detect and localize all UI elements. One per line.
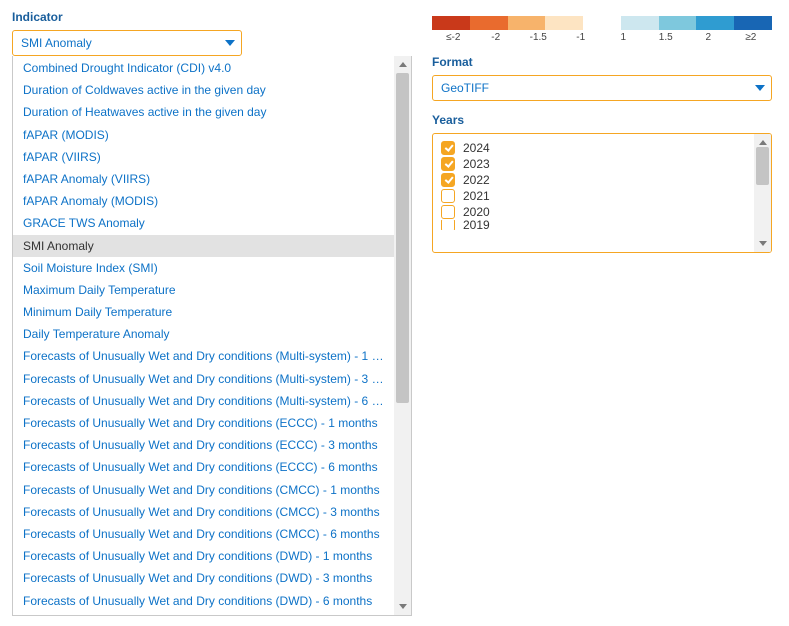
year-option[interactable]: 2020 — [441, 204, 746, 220]
indicator-option[interactable]: Forecasts of Unusually Wet and Dry condi… — [13, 545, 394, 567]
indicator-option[interactable]: fAPAR (MODIS) — [13, 124, 394, 146]
format-label: Format — [432, 55, 772, 69]
checkbox-icon[interactable] — [441, 173, 455, 187]
indicator-option[interactable]: Maximum Daily Temperature — [13, 279, 394, 301]
indicator-option[interactable]: Forecasts of Unusually Wet and Dry condi… — [13, 479, 394, 501]
legend-swatch — [432, 16, 470, 30]
indicator-option[interactable]: SMI Anomaly — [13, 235, 394, 257]
indicator-scrollbar[interactable] — [394, 56, 411, 615]
indicator-option[interactable]: fAPAR Anomaly (MODIS) — [13, 190, 394, 212]
legend-swatch — [583, 16, 621, 30]
legend-swatch — [508, 16, 546, 30]
legend-swatch — [470, 16, 508, 30]
year-option[interactable]: 2024 — [441, 140, 746, 156]
year-label: 2024 — [463, 141, 490, 155]
indicator-option[interactable]: Forecasts of Unusually Wet and Dry condi… — [13, 456, 394, 478]
indicator-option[interactable]: Soil Moisture Index (SMI) — [13, 257, 394, 279]
scroll-down-icon[interactable] — [394, 598, 411, 615]
legend-swatch — [545, 16, 583, 30]
indicator-option[interactable]: Daily Temperature Anomaly — [13, 323, 394, 345]
scroll-down-icon[interactable] — [754, 235, 771, 252]
checkbox-icon[interactable] — [441, 189, 455, 203]
legend-tick: -2 — [475, 32, 518, 43]
scroll-up-icon[interactable] — [394, 56, 411, 73]
years-label: Years — [432, 113, 772, 127]
year-label: 2020 — [463, 205, 490, 219]
indicator-option[interactable]: fAPAR Anomaly (VIIRS) — [13, 168, 394, 190]
indicator-option[interactable]: Minimum Daily Temperature — [13, 301, 394, 323]
year-label: 2023 — [463, 157, 490, 171]
years-listbox: 2024 2023 2022 2021 20202019 — [432, 133, 772, 253]
chevron-down-icon — [755, 85, 765, 91]
indicator-option[interactable]: Forecasts of Unusually Wet and Dry condi… — [13, 345, 394, 367]
scroll-thumb[interactable] — [396, 73, 409, 403]
indicator-option[interactable]: Forecasts of Unusually Wet and Dry condi… — [13, 590, 394, 612]
legend-swatch — [621, 16, 659, 30]
indicator-label: Indicator — [12, 10, 412, 24]
indicator-option[interactable]: Combined Drought Indicator (CDI) v4.0 — [13, 57, 394, 79]
indicator-option[interactable]: fAPAR (VIIRS) — [13, 146, 394, 168]
indicator-option[interactable]: Forecasts of Unusually Wet and Dry condi… — [13, 501, 394, 523]
year-option[interactable]: 2022 — [441, 172, 746, 188]
indicator-selected-value: SMI Anomaly — [21, 36, 92, 50]
year-option[interactable]: 2021 — [441, 188, 746, 204]
year-option[interactable]: 2023 — [441, 156, 746, 172]
indicator-option[interactable]: Forecasts of Unusually Wet and Dry condi… — [13, 412, 394, 434]
scroll-thumb[interactable] — [756, 147, 769, 185]
legend-tick: ≤-2 — [432, 32, 475, 43]
legend-tick: -1.5 — [517, 32, 560, 43]
indicator-option[interactable]: GRACE TWS Anomaly — [13, 212, 394, 234]
indicator-option[interactable]: Forecasts of Unusually Wet and Dry condi… — [13, 567, 394, 589]
indicator-option[interactable]: Forecasts of Unusually Wet and Dry condi… — [13, 368, 394, 390]
legend-tick: 2 — [687, 32, 730, 43]
indicator-select[interactable]: SMI Anomaly — [12, 30, 242, 56]
legend-tick: ≥2 — [730, 32, 773, 43]
checkbox-icon[interactable] — [441, 157, 455, 171]
legend-tick: 1 — [602, 32, 645, 43]
year-option[interactable]: 2019 — [441, 220, 746, 230]
indicator-option[interactable]: Forecasts of Unusually Wet and Dry condi… — [13, 523, 394, 545]
year-label: 2021 — [463, 189, 490, 203]
indicator-option[interactable]: Forecasts of Unusually Wet and Dry condi… — [13, 612, 394, 616]
year-label: 2022 — [463, 173, 490, 187]
legend-tick: -1 — [560, 32, 603, 43]
year-label: 2019 — [463, 220, 490, 230]
checkbox-icon[interactable] — [441, 205, 455, 219]
format-selected-value: GeoTIFF — [441, 81, 489, 95]
years-scrollbar[interactable] — [754, 134, 771, 252]
legend-swatch — [734, 16, 772, 30]
checkbox-icon[interactable] — [441, 141, 455, 155]
format-select[interactable]: GeoTIFF — [432, 75, 772, 101]
color-legend: ≤-2-2-1.5-111.52≥2 — [432, 16, 772, 43]
checkbox-icon[interactable] — [441, 220, 455, 230]
indicator-dropdown: Combined Drought Indicator (CDI) v4.0Dur… — [12, 56, 412, 616]
legend-swatch — [696, 16, 734, 30]
indicator-option[interactable]: Forecasts of Unusually Wet and Dry condi… — [13, 390, 394, 412]
indicator-option[interactable]: Duration of Heatwaves active in the give… — [13, 101, 394, 123]
indicator-option[interactable]: Duration of Coldwaves active in the give… — [13, 79, 394, 101]
legend-tick: 1.5 — [645, 32, 688, 43]
legend-swatch — [659, 16, 697, 30]
chevron-down-icon — [225, 40, 235, 46]
indicator-option[interactable]: Forecasts of Unusually Wet and Dry condi… — [13, 434, 394, 456]
